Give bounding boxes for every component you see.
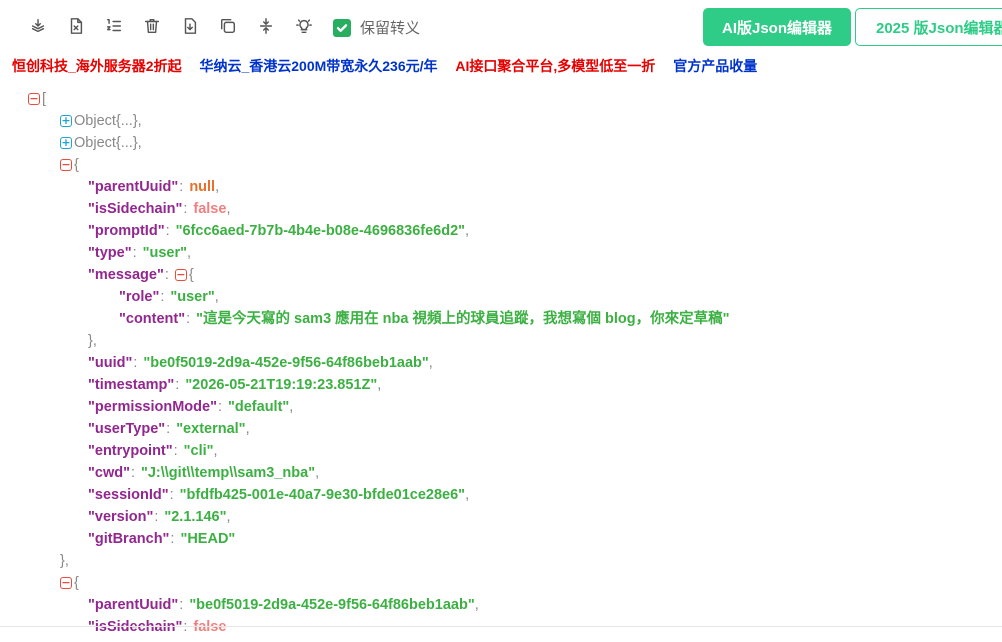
json-value: "external" [176,421,246,437]
open-brace: { [74,575,79,591]
ad-link-hengchuang[interactable]: 恒创科技_海外服务器2折起 [12,58,182,74]
compress-icon[interactable] [256,16,276,36]
collapsed-object[interactable]: Object{...}, [74,110,142,132]
json-value: null [189,179,216,195]
keep-escape-toggle[interactable]: 保留转义 [333,17,420,38]
json-key: "type" [88,245,132,261]
numbered-list-icon[interactable] [104,16,124,36]
json-value: "2026-05-21T19:19:23.851Z" [185,377,378,393]
tree-property: "content": "這是今天寫的 sam3 應用在 nba 視頻上的球員追蹤，… [28,308,730,330]
json-value: "bfdfb425-001e-40a7-9e30-bfde01ce28e6" [179,487,466,503]
tree-property: "userType": "external", [28,418,730,440]
json-key: "version" [88,509,154,525]
json-key: "role" [119,289,160,305]
open-brace: { [74,157,79,173]
json-key: "entrypoint" [88,443,173,459]
keep-escape-checkbox[interactable] [333,18,351,37]
json-value: "cli" [183,443,214,459]
collapse-toggle-icon[interactable]: − [174,269,187,281]
json-value: "J:\\git\\temp\\sam3_nba" [140,465,316,481]
ai-json-editor-button[interactable]: AI版Json编辑器 [703,8,851,46]
tree-property: "isSidechain": false [28,616,730,638]
collapse-toggle-icon[interactable]: − [28,93,40,105]
tree-property: "parentUuid": null, [28,176,730,198]
json-key: "isSidechain" [88,619,183,635]
json-value: "6fcc6aed-7b7b-4b4e-b08e-4696836fe6d2" [175,223,466,239]
tree-close-brace: }, [88,333,97,349]
divider [0,626,1002,627]
json-value: false [193,619,227,635]
json-editor-2025-button[interactable]: 2025 版Json编辑器 [855,8,1002,46]
tree-property: "role": "user", [28,286,730,308]
file-x-icon[interactable] [66,16,86,36]
json-value: "default" [228,399,290,415]
keep-escape-label: 保留转义 [360,20,421,37]
tree-property: "type": "user", [28,242,730,264]
copy-icon[interactable] [218,16,238,36]
tree-property: "cwd": "J:\\git\\temp\\sam3_nba", [28,462,730,484]
json-key: "timestamp" [88,377,175,393]
json-key: "isSidechain" [88,201,183,217]
toolbar: 保留转义 AI版Json编辑器 2025 版Json编辑器 [0,0,1002,54]
tree-node-expanded: −{ [28,154,730,176]
collapse-toggle-icon[interactable]: − [60,577,72,589]
json-key: "userType" [88,421,166,437]
json-value: "be0f5019-2d9a-452e-9f56-64f86beb1aab" [143,355,429,371]
json-key: "gitBranch" [88,531,170,547]
ad-link-official-product[interactable]: 官方产品收量 [673,58,757,74]
open-brace: { [188,267,194,283]
json-value: "2.1.146" [164,509,227,525]
tree-root-line: −[ [28,88,730,110]
tree-node-collapsed: + Object{...}, [28,132,730,154]
json-value: "這是今天寫的 sam3 應用在 nba 視頻上的球員追蹤，我想寫個 blog，… [196,311,730,327]
json-key: "promptId" [88,223,165,239]
tree-property: "uuid": "be0f5019-2d9a-452e-9f56-64f86beb… [28,352,730,374]
json-key: "parentUuid" [88,179,179,195]
json-value: "user" [142,245,187,261]
ad-link-huanayun[interactable]: 华纳云_香港云200M带宽永久236元/年 [199,58,437,74]
json-key: "message" [88,267,164,283]
expand-toggle-icon[interactable]: + [60,137,72,149]
tree-node-expanded: −{ [28,572,730,594]
json-tree: −[ + Object{...}, + Object{...}, −{ "paren… [28,88,730,638]
json-key: "cwd" [88,465,130,481]
json-key: "sessionId" [88,487,169,503]
json-value: "be0f5019-2d9a-452e-9f56-64f86beb1aab" [189,597,475,613]
ad-link-ai-api[interactable]: AI接口聚合平台,多模型低至一折 [455,58,655,74]
json-key: "content" [119,311,186,327]
layers-icon[interactable] [28,16,48,36]
json-value: "user" [170,289,215,305]
tree-property: "permissionMode": "default", [28,396,730,418]
tree-property: "sessionId": "bfdfb425-001e-40a7-9e30-bfd… [28,484,730,506]
tree-node-collapsed: + Object{...}, [28,110,730,132]
bulb-icon[interactable] [294,16,314,36]
json-key: "permissionMode" [88,399,217,415]
tree-close-brace: }, [60,553,69,569]
expand-toggle-icon[interactable]: + [60,115,72,127]
collapsed-object[interactable]: Object{...}, [74,132,142,154]
json-value: false [193,201,227,217]
tree-property: "gitBranch": "HEAD" [28,528,730,550]
collapse-toggle-icon[interactable]: − [60,159,72,171]
json-value: "HEAD" [180,531,236,547]
tree-property: "timestamp": "2026-05-21T19:19:23.851Z", [28,374,730,396]
tree-property: "promptId": "6fcc6aed-7b7b-4b4e-b08e-4696… [28,220,730,242]
download-icon[interactable] [180,16,200,36]
tree-property: "entrypoint": "cli", [28,440,730,462]
trash-icon[interactable] [142,16,162,36]
ad-links-bar: 恒创科技_海外服务器2折起 华纳云_香港云200M带宽永久236元/年 AI接口… [12,56,771,76]
tree-property: "isSidechain": false, [28,198,730,220]
tree-property: "parentUuid": "be0f5019-2d9a-452e-9f56-64… [28,594,730,616]
tree-property: "message": −{ [28,264,730,286]
tree-property: "version": "2.1.146", [28,506,730,528]
json-key: "uuid" [88,355,133,371]
open-bracket: [ [42,91,47,107]
json-key: "parentUuid" [88,597,179,613]
